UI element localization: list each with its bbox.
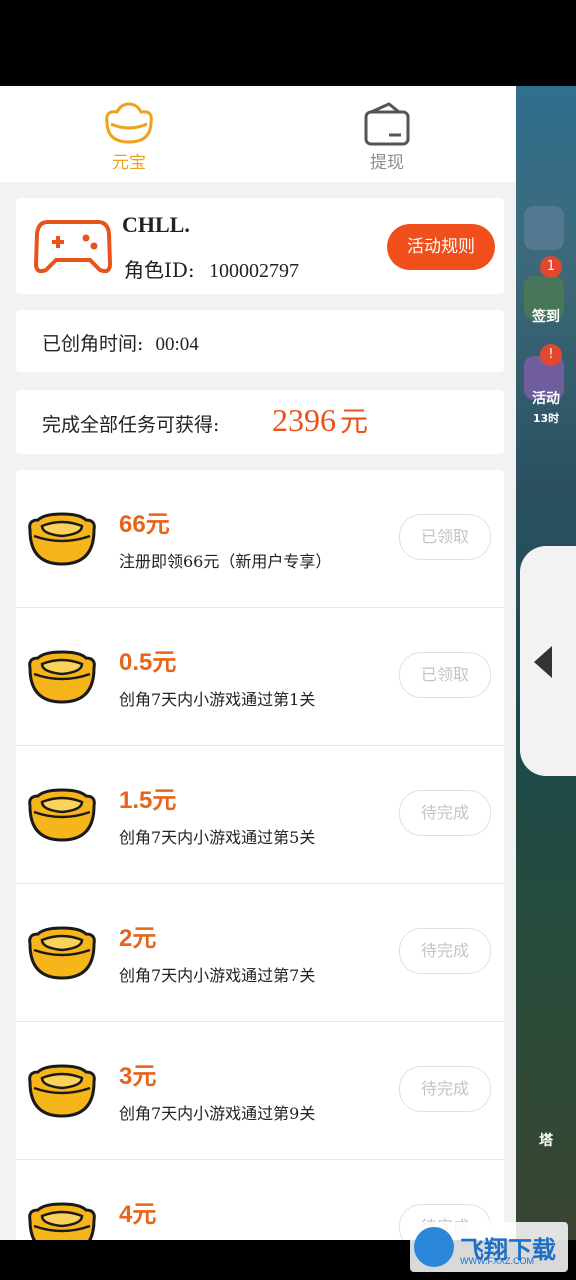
task-reward: 1.5元	[119, 787, 177, 814]
task-description: 注册即领66元（新用户专享）	[119, 552, 332, 571]
gold-ingot-icon	[28, 1064, 96, 1118]
gold-ingot-icon	[28, 650, 96, 704]
task-description: 创角7天内小游戏通过第9关	[119, 1104, 316, 1123]
game-badge: !	[540, 344, 562, 366]
gold-ingot-icon	[28, 788, 96, 842]
task-status-button[interactable]: 待完成	[399, 1066, 491, 1112]
app-screen: 1 签到 ! 活动 13时 塔 元宝 提现 CHLL. 角色ID: 100002…	[0, 0, 576, 1280]
game-close-icon[interactable]	[524, 206, 564, 250]
watermark-subtext: WWW.FXXZ.COM	[460, 1256, 534, 1266]
gold-ingot-icon	[28, 1202, 96, 1240]
gold-ingot-icon	[28, 926, 96, 980]
watermark-logo-icon	[414, 1227, 454, 1267]
game-label-activity: 活动	[532, 391, 560, 407]
collapse-panel-handle[interactable]	[520, 546, 576, 776]
tab-yuanbao[interactable]: 元宝	[0, 86, 258, 182]
role-time-label: 已创角时间:	[42, 333, 144, 355]
total-amount-value: 2396	[272, 402, 336, 438]
chevron-left-icon	[534, 646, 552, 678]
task-description: 创角7天内小游戏通过第5关	[119, 828, 316, 847]
role-id-label: 角色ID:	[124, 258, 195, 282]
game-label-signin: 签到	[532, 309, 560, 325]
task-description: 创角7天内小游戏通过第1关	[119, 690, 316, 709]
user-name: CHLL.	[122, 212, 190, 237]
task-item: 0.5元 创角7天内小游戏通过第1关 已领取	[16, 608, 504, 746]
role-id-row: 角色ID: 100002797	[124, 254, 299, 283]
tab-withdraw[interactable]: 提现	[258, 86, 516, 182]
task-description: 创角7天内小游戏通过第7关	[119, 966, 316, 985]
tab-label: 元宝	[112, 152, 146, 173]
total-reward-amount: 2396 元	[272, 400, 368, 440]
role-time-row: 已创角时间: 00:04	[42, 329, 199, 356]
role-time-value: 00:04	[155, 334, 199, 355]
task-status-button[interactable]: 待完成	[399, 790, 491, 836]
task-status-button[interactable]: 已领取	[399, 514, 491, 560]
game-badge: 1	[540, 256, 562, 278]
game-label-time: 13时	[532, 412, 560, 425]
watermark: 飞翔下载 WWW.FXXZ.COM	[410, 1222, 568, 1272]
task-item: 1.5元 创角7天内小游戏通过第5关 待完成	[16, 746, 504, 884]
task-reward: 4元	[119, 1201, 157, 1228]
game-label-tower: 塔	[539, 1133, 553, 1149]
reward-panel: 元宝 提现 CHLL. 角色ID: 100002797 活动规则 已创角时间: …	[0, 86, 516, 1240]
ingot-icon	[105, 101, 153, 144]
task-reward: 66元	[119, 511, 170, 538]
user-card: CHLL. 角色ID: 100002797 活动规则	[16, 198, 504, 294]
gold-ingot-icon	[28, 512, 96, 566]
wallet-icon	[364, 101, 410, 145]
role-time-card: 已创角时间: 00:04	[16, 310, 504, 372]
activity-rules-button[interactable]: 活动规则	[387, 224, 495, 270]
task-item: 2元 创角7天内小游戏通过第7关 待完成	[16, 884, 504, 1022]
gamepad-icon	[34, 220, 112, 274]
role-id-value: 100002797	[209, 260, 300, 282]
task-reward: 3元	[119, 1063, 157, 1090]
task-list: 66元 注册即领66元（新用户专享） 已领取 0.5元 创角7天内小游戏通过第1…	[16, 470, 504, 1240]
tab-bar: 元宝 提现	[0, 86, 516, 182]
total-reward-card: 完成全部任务可获得: 2396 元	[16, 390, 504, 454]
task-reward: 0.5元	[119, 649, 177, 676]
total-amount-unit: 元	[340, 407, 369, 438]
task-status-button[interactable]: 已领取	[399, 652, 491, 698]
task-item: 66元 注册即领66元（新用户专享） 已领取	[16, 470, 504, 608]
total-reward-label: 完成全部任务可获得:	[42, 414, 220, 436]
tab-label: 提现	[370, 152, 404, 173]
task-reward: 2元	[119, 925, 157, 952]
task-item: 3元 创角7天内小游戏通过第9关 待完成	[16, 1022, 504, 1160]
task-status-button[interactable]: 待完成	[399, 928, 491, 974]
